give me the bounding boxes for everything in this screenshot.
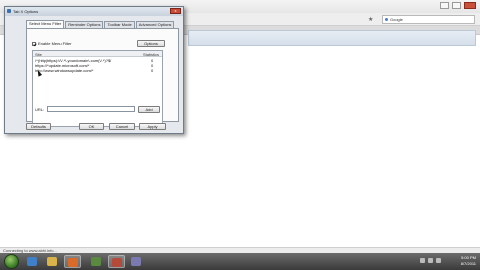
filter-list[interactable]: Site Statistics /^(http|https):\/\/.*\.y… bbox=[32, 50, 163, 127]
taskbar: 5:00 PM 8/7/2011 bbox=[0, 253, 480, 270]
ok-button[interactable]: OK bbox=[79, 123, 104, 130]
clock[interactable]: 5:00 PM 8/7/2011 bbox=[461, 255, 476, 267]
options-button[interactable]: Options bbox=[137, 40, 165, 47]
maximize-button[interactable] bbox=[452, 2, 461, 9]
enable-filter-label: Enable Menu Filter bbox=[38, 41, 72, 46]
taskbar-item-browser[interactable] bbox=[64, 255, 81, 268]
taskbar-item-explorer[interactable] bbox=[24, 255, 41, 268]
search-input[interactable]: Google bbox=[382, 15, 475, 24]
site-column-header[interactable]: Site bbox=[35, 52, 42, 57]
tab-toolbar-mode[interactable]: Toolbar Mode bbox=[104, 21, 135, 28]
url-input[interactable] bbox=[47, 106, 135, 112]
dialog-tabs: Select Menu Filter Reminder Options Tool… bbox=[26, 20, 175, 28]
list-item[interactable]: http://www.windowsupdate.com/* 0 bbox=[35, 68, 161, 73]
firefox-icon bbox=[68, 258, 78, 267]
taskbar-item-folder[interactable] bbox=[44, 255, 61, 268]
network-icon[interactable] bbox=[420, 258, 425, 263]
star-icon[interactable]: ★ bbox=[368, 16, 373, 23]
apply-button[interactable]: Apply bbox=[139, 123, 166, 130]
taskbar-item-media[interactable] bbox=[88, 255, 105, 268]
tab-menu-filter[interactable]: Select Menu Filter bbox=[26, 20, 65, 28]
enable-filter-checkbox[interactable] bbox=[32, 41, 36, 46]
close-window-button[interactable] bbox=[464, 2, 476, 9]
url-label: URL: bbox=[35, 107, 45, 112]
window-controls bbox=[440, 2, 476, 9]
dialog-titlebar: Tab X Options x bbox=[5, 7, 183, 16]
status-column-header[interactable]: Statistics bbox=[143, 52, 159, 57]
clock-date: 8/7/2011 bbox=[460, 261, 476, 266]
add-button[interactable]: Add bbox=[138, 106, 160, 113]
volume-icon[interactable] bbox=[428, 258, 433, 263]
list-header: Site Statistics bbox=[33, 51, 162, 57]
dialog-title: Tab X Options bbox=[13, 9, 39, 14]
tab-advanced-options[interactable]: Advanced Options bbox=[135, 21, 175, 28]
tab-strip bbox=[188, 30, 476, 46]
ie-icon bbox=[27, 257, 37, 266]
dialog-close-button[interactable]: x bbox=[170, 8, 181, 14]
app-icon bbox=[7, 9, 11, 13]
search-engine-label: Google bbox=[390, 17, 403, 22]
start-button[interactable] bbox=[4, 254, 19, 269]
media-icon bbox=[91, 257, 101, 266]
taskbar-item-app[interactable] bbox=[108, 255, 125, 268]
flag-icon[interactable] bbox=[436, 258, 441, 263]
defaults-button[interactable]: Defaults bbox=[26, 123, 51, 130]
app-icon bbox=[112, 258, 122, 267]
google-icon bbox=[385, 18, 388, 21]
site-status: 0 bbox=[151, 68, 154, 73]
tool-icon bbox=[131, 257, 141, 266]
cancel-button[interactable]: Cancel bbox=[109, 123, 135, 130]
site-url: http://www.windowsupdate.com/* bbox=[35, 68, 94, 73]
minimize-button[interactable] bbox=[440, 2, 449, 9]
taskbar-item-tool[interactable] bbox=[128, 255, 145, 268]
enable-filter-row[interactable]: Enable Menu Filter bbox=[32, 41, 72, 46]
system-tray bbox=[420, 258, 441, 263]
folder-icon bbox=[47, 257, 57, 266]
options-dialog: Tab X Options x Select Menu Filter Remin… bbox=[4, 6, 184, 134]
tab-reminder-options[interactable]: Reminder Options bbox=[65, 21, 104, 28]
